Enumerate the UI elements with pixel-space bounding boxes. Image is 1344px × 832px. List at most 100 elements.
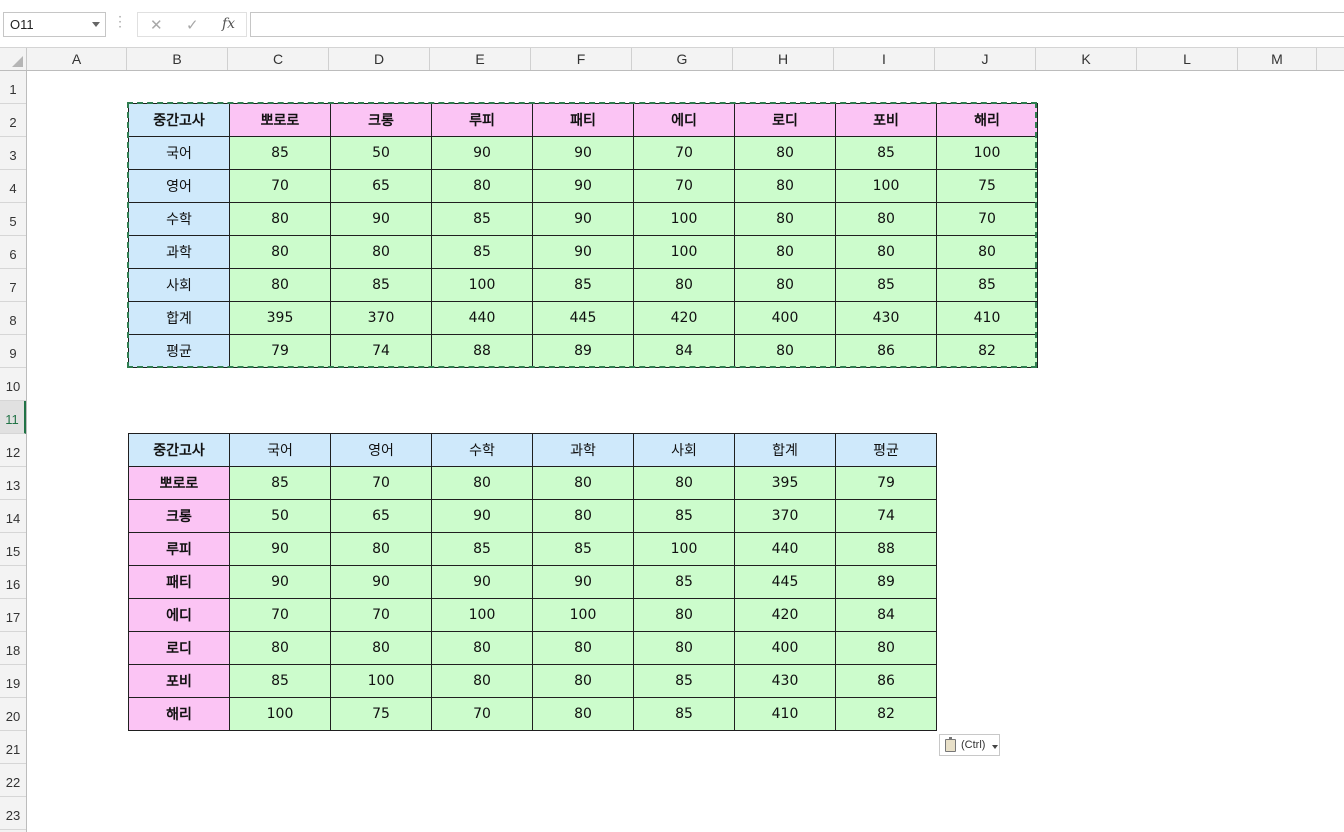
- value-cell[interactable]: 80: [431, 169, 533, 203]
- row-label-cell[interactable]: 평균: [128, 334, 230, 368]
- value-cell[interactable]: 90: [330, 202, 432, 236]
- value-cell[interactable]: 90: [330, 565, 432, 599]
- value-cell[interactable]: 85: [532, 268, 634, 302]
- formula-bar-splitter-icon[interactable]: · · ·: [118, 11, 122, 33]
- column-header-d[interactable]: D: [329, 48, 430, 70]
- header-cell[interactable]: 영어: [330, 433, 432, 467]
- header-cell[interactable]: 포비: [835, 103, 937, 137]
- value-cell[interactable]: 100: [330, 664, 432, 698]
- value-cell[interactable]: 80: [835, 202, 937, 236]
- value-cell[interactable]: 100: [835, 169, 937, 203]
- name-box-dropdown-icon[interactable]: [92, 22, 100, 27]
- value-cell[interactable]: 80: [229, 235, 331, 269]
- value-cell[interactable]: 65: [330, 169, 432, 203]
- row-header-8[interactable]: 8: [0, 302, 26, 335]
- value-cell[interactable]: 100: [936, 136, 1038, 170]
- value-cell[interactable]: 90: [532, 136, 634, 170]
- column-header-g[interactable]: G: [632, 48, 733, 70]
- row-header-9[interactable]: 9: [0, 335, 26, 368]
- value-cell[interactable]: 88: [835, 532, 937, 566]
- value-cell[interactable]: 370: [734, 499, 836, 533]
- column-header-i[interactable]: I: [834, 48, 935, 70]
- value-cell[interactable]: 79: [229, 334, 331, 368]
- value-cell[interactable]: 100: [633, 202, 735, 236]
- value-cell[interactable]: 80: [330, 532, 432, 566]
- value-cell[interactable]: 440: [431, 301, 533, 335]
- value-cell[interactable]: 100: [431, 598, 533, 632]
- value-cell[interactable]: 90: [431, 499, 533, 533]
- header-cell[interactable]: 뽀로로: [229, 103, 331, 137]
- header-cell[interactable]: 수학: [431, 433, 533, 467]
- value-cell[interactable]: 70: [633, 169, 735, 203]
- cancel-icon[interactable]: ✕: [150, 16, 163, 34]
- row-header-23[interactable]: 23: [0, 797, 26, 830]
- row-label-cell[interactable]: 사회: [128, 268, 230, 302]
- value-cell[interactable]: 70: [633, 136, 735, 170]
- row-label-cell[interactable]: 과학: [128, 235, 230, 269]
- value-cell[interactable]: 80: [431, 664, 533, 698]
- value-cell[interactable]: 84: [633, 334, 735, 368]
- column-header-c[interactable]: C: [228, 48, 329, 70]
- value-cell[interactable]: 80: [229, 268, 331, 302]
- value-cell[interactable]: 82: [936, 334, 1038, 368]
- paste-options-button[interactable]: (Ctrl): [939, 734, 1000, 756]
- value-cell[interactable]: 80: [734, 334, 836, 368]
- value-cell[interactable]: 70: [936, 202, 1038, 236]
- value-cell[interactable]: 80: [734, 268, 836, 302]
- value-cell[interactable]: 85: [633, 499, 735, 533]
- row-header-11[interactable]: 11: [0, 401, 26, 434]
- row-header-12[interactable]: 12: [0, 434, 26, 467]
- value-cell[interactable]: 85: [532, 532, 634, 566]
- header-cell[interactable]: 로디: [734, 103, 836, 137]
- value-cell[interactable]: 400: [734, 631, 836, 665]
- column-header-b[interactable]: B: [127, 48, 228, 70]
- value-cell[interactable]: 90: [532, 565, 634, 599]
- column-header-k[interactable]: K: [1036, 48, 1137, 70]
- value-cell[interactable]: 89: [532, 334, 634, 368]
- table-corner-cell[interactable]: 중간고사: [128, 433, 230, 467]
- value-cell[interactable]: 85: [431, 532, 533, 566]
- value-cell[interactable]: 100: [229, 697, 331, 731]
- value-cell[interactable]: 80: [835, 235, 937, 269]
- column-header-a[interactable]: A: [27, 48, 127, 70]
- header-cell[interactable]: 과학: [532, 433, 634, 467]
- value-cell[interactable]: 80: [330, 631, 432, 665]
- value-cell[interactable]: 75: [936, 169, 1038, 203]
- value-cell[interactable]: 90: [229, 532, 331, 566]
- header-cell[interactable]: 국어: [229, 433, 331, 467]
- row-label-cell[interactable]: 수학: [128, 202, 230, 236]
- value-cell[interactable]: 90: [532, 235, 634, 269]
- value-cell[interactable]: 80: [532, 631, 634, 665]
- value-cell[interactable]: 70: [431, 697, 533, 731]
- header-cell[interactable]: 평균: [835, 433, 937, 467]
- formula-input[interactable]: [250, 12, 1344, 37]
- value-cell[interactable]: 420: [734, 598, 836, 632]
- value-cell[interactable]: 90: [431, 565, 533, 599]
- header-cell[interactable]: 크롱: [330, 103, 432, 137]
- value-cell[interactable]: 400: [734, 301, 836, 335]
- value-cell[interactable]: 90: [431, 136, 533, 170]
- value-cell[interactable]: 80: [734, 235, 836, 269]
- row-header-7[interactable]: 7: [0, 269, 26, 302]
- row-header-10[interactable]: 10: [0, 368, 26, 401]
- header-cell[interactable]: 합계: [734, 433, 836, 467]
- column-header-l[interactable]: L: [1137, 48, 1238, 70]
- row-label-cell[interactable]: 루피: [128, 532, 230, 566]
- value-cell[interactable]: 80: [229, 631, 331, 665]
- value-cell[interactable]: 70: [330, 466, 432, 500]
- value-cell[interactable]: 50: [330, 136, 432, 170]
- row-header-1[interactable]: 1: [0, 71, 26, 104]
- row-header-14[interactable]: 14: [0, 500, 26, 533]
- row-header-17[interactable]: 17: [0, 599, 26, 632]
- row-header-20[interactable]: 20: [0, 698, 26, 731]
- row-label-cell[interactable]: 크롱: [128, 499, 230, 533]
- value-cell[interactable]: 65: [330, 499, 432, 533]
- row-header-21[interactable]: 21: [0, 731, 26, 764]
- value-cell[interactable]: 80: [532, 697, 634, 731]
- header-cell[interactable]: 루피: [431, 103, 533, 137]
- value-cell[interactable]: 80: [633, 466, 735, 500]
- value-cell[interactable]: 370: [330, 301, 432, 335]
- value-cell[interactable]: 80: [330, 235, 432, 269]
- value-cell[interactable]: 90: [229, 565, 331, 599]
- row-label-cell[interactable]: 합계: [128, 301, 230, 335]
